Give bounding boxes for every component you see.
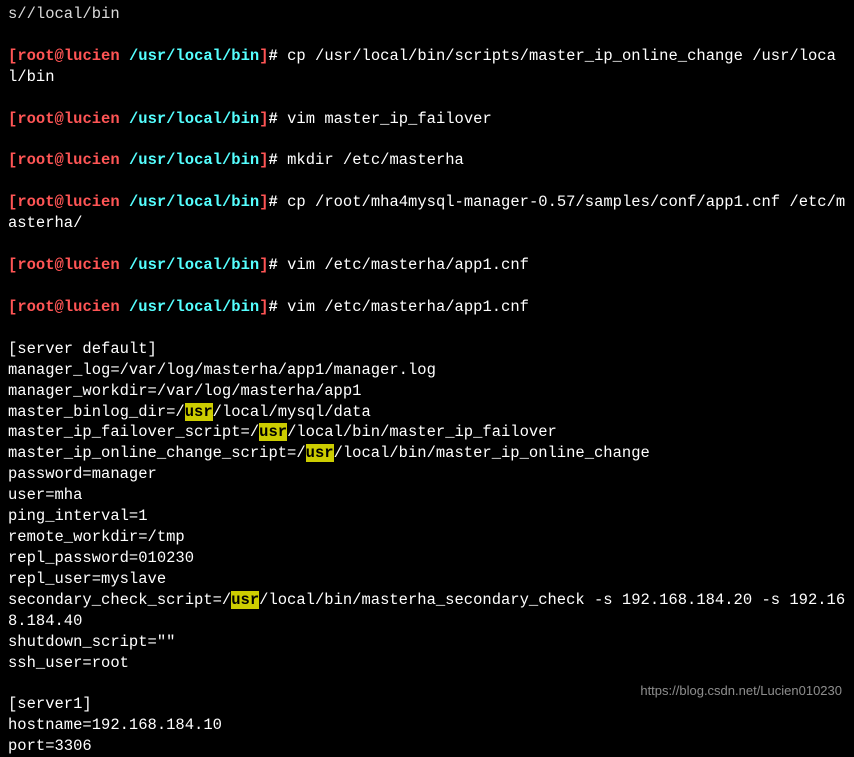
shell-line-1: [root@lucien /usr/local/bin]# cp /usr/lo… [8,25,846,88]
shell-line-2: [root@lucien /usr/local/bin]# vim master… [8,88,846,130]
prompt-user: root [17,47,54,65]
shell-line-6: [root@lucien /usr/local/bin]# vim /etc/m… [8,276,846,318]
bracket-close: ] [259,47,268,65]
prompt-hash: # [269,47,288,65]
cfg-online-change-script: master_ip_online_change_script=/usr/loca… [8,443,846,464]
highlight-usr: usr [185,403,213,421]
cfg-hostname: hostname=192.168.184.10 [8,715,846,736]
prompt-cwd: /usr/local/bin [129,47,259,65]
shell-line-4: [root@lucien /usr/local/bin]# cp /root/m… [8,171,846,234]
cfg-port: port=3306 [8,736,846,757]
prompt-space [120,47,129,65]
blank-line [8,318,846,339]
cfg-failover-script: master_ip_failover_script=/usr/local/bin… [8,422,846,443]
prompt-at: @ [55,47,64,65]
cfg-shutdown-script: shutdown_script="" [8,632,846,653]
cfg-user: user=mha [8,485,846,506]
watermark: https://blog.csdn.net/Lucien010230 [640,682,842,700]
cfg-manager-log: manager_log=/var/log/masterha/app1/manag… [8,360,846,381]
cfg-section-default: [server default] [8,339,846,360]
command-2: vim master_ip_failover [287,110,492,128]
cut-previous-line: s//local/bin [8,4,846,25]
cfg-binlog-dir: master_binlog_dir=/usr/local/mysql/data [8,402,846,423]
highlight-usr: usr [259,423,287,441]
highlight-usr: usr [231,591,259,609]
cfg-ping-interval: ping_interval=1 [8,506,846,527]
highlight-usr: usr [306,444,334,462]
command-5: vim /etc/masterha/app1.cnf [287,256,529,274]
cfg-password: password=manager [8,464,846,485]
command-3: mkdir /etc/masterha [287,151,464,169]
cfg-repl-user: repl_user=myslave [8,569,846,590]
cfg-repl-password: repl_password=010230 [8,548,846,569]
cfg-remote-workdir: remote_workdir=/tmp [8,527,846,548]
cfg-secondary-check: secondary_check_script=/usr/local/bin/ma… [8,590,846,632]
shell-line-3: [root@lucien /usr/local/bin]# mkdir /etc… [8,130,846,172]
bracket-open: [ [8,47,17,65]
command-6: vim /etc/masterha/app1.cnf [287,298,529,316]
cfg-manager-workdir: manager_workdir=/var/log/masterha/app1 [8,381,846,402]
prompt-host: lucien [64,47,120,65]
shell-line-5: [root@lucien /usr/local/bin]# vim /etc/m… [8,234,846,276]
cfg-ssh-user: ssh_user=root [8,653,846,674]
